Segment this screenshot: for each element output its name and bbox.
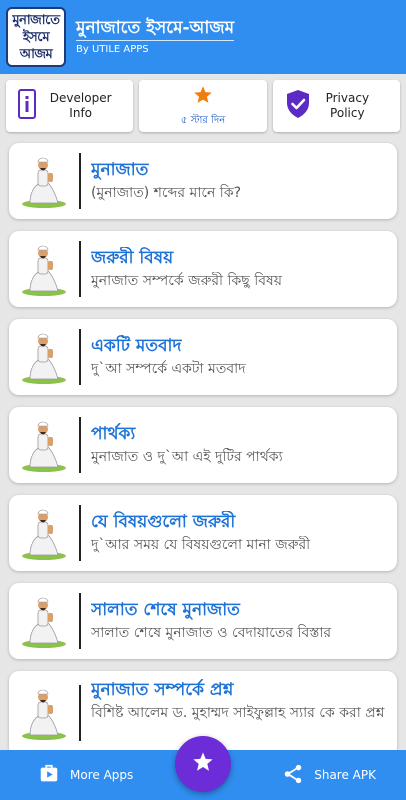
list-item-title: মুনাজাত: [91, 160, 149, 180]
list-item-desc: (মুনাজাত) শব্দের মানে কি?: [91, 185, 242, 201]
list-item-desc: মুনাজাত সম্পর্কে জরুরী কিছু বিষয়: [91, 273, 282, 289]
praying-man-icon: [9, 685, 81, 741]
list-item-one-opinion[interactable]: একটি মতবাদ দু`আ সম্পর্কে একটা মতবাদ: [9, 319, 397, 395]
praying-man-icon: [9, 505, 81, 561]
rating-label: ৫ স্টার দিন: [180, 114, 226, 126]
apps-bag-icon: [38, 763, 60, 788]
list-item-desc: মুনাজাত ও দু`আ এই দুটির পার্থক্য: [91, 449, 283, 465]
list-item-desc: দু`আ সম্পর্কে একটা মতবাদ: [91, 361, 246, 377]
list-item-title: সালাত শেষে মুনাজাত: [91, 600, 240, 620]
shield-check-icon: [285, 89, 311, 123]
share-apk-button[interactable]: Share APK: [282, 763, 376, 788]
list-item-after-salat[interactable]: সালাত শেষে মুনাজাত সালাত শেষে মুনাজাত ও …: [9, 583, 397, 659]
more-apps-label: More Apps: [70, 768, 134, 782]
praying-man-icon: [9, 593, 81, 649]
action-row: Developer Info ৫ স্টার দিন Privacy Polic…: [0, 74, 406, 136]
app-header: মুনাজাতে ইসমে আজম মুনাজাতে ইসমে-আজম By U…: [0, 0, 406, 74]
list-item-title: জরুরী বিষয়: [91, 248, 174, 268]
header-text: মুনাজাতে ইসমে-আজম By UTILE APPS: [76, 17, 235, 57]
rate-five-star-button[interactable]: ৫ স্টার দিন: [139, 80, 267, 132]
share-apk-label: Share APK: [314, 768, 376, 782]
developer-info-button[interactable]: Developer Info: [6, 80, 134, 132]
praying-man-icon: [9, 329, 81, 385]
privacy-policy-label: Privacy Policy: [325, 91, 370, 120]
app-subtitle: By UTILE APPS: [76, 44, 149, 55]
info-icon: [18, 89, 36, 123]
logo-line-1: মুনাজাতে: [12, 12, 60, 28]
privacy-policy-button[interactable]: Privacy Policy: [272, 80, 400, 132]
list-item-necessary-things[interactable]: যে বিষয়গুলো জরুরী দু`আর সময় যে বিষয়গু…: [9, 495, 397, 571]
share-icon: [282, 763, 304, 788]
more-apps-button[interactable]: More Apps: [38, 763, 133, 788]
praying-man-icon: [9, 153, 81, 209]
list-item-title: পার্থক্য: [91, 424, 136, 444]
list-item-important-matters[interactable]: জরুরী বিষয় মুনাজাত সম্পর্কে জরুরী কিছু …: [9, 231, 397, 307]
list-item-desc: সালাত শেষে মুনাজাত ও বেদায়াতের বিস্তার: [91, 625, 332, 641]
list-item-desc: বিশিষ্ট আলেম ড. মুহাম্মদ সাইফুল্লাহ স্যা…: [91, 705, 385, 721]
praying-man-icon: [9, 417, 81, 473]
list-item-difference[interactable]: পার্থক্য মুনাজাত ও দু`আ এই দুটির পার্থক্…: [9, 407, 397, 483]
app-logo: মুনাজাতে ইসমে আজম: [6, 7, 66, 67]
list-item-title: একটি মতবাদ: [91, 336, 182, 356]
developer-info-label: Developer Info: [49, 91, 112, 120]
logo-line-3: আজম: [19, 46, 53, 62]
list-item-munajat[interactable]: মুনাজাত (মুনাজাত) শব্দের মানে কি?: [9, 143, 397, 219]
praying-man-icon: [9, 241, 81, 297]
list-item-title: মুনাজাত সম্পর্কে প্রশ্ন: [91, 680, 234, 700]
favorite-fab-button[interactable]: [175, 736, 231, 792]
list-item-title: যে বিষয়গুলো জরুরী: [91, 512, 236, 532]
star-icon: [192, 751, 214, 777]
logo-line-2: ইসমে: [22, 29, 50, 45]
star-icon: [193, 85, 213, 109]
list-item-desc: দু`আর সময় যে বিষয়গুলো মানা জরুরী: [91, 537, 311, 553]
app-title: মুনাজাতে ইসমে-আজম: [76, 17, 235, 41]
